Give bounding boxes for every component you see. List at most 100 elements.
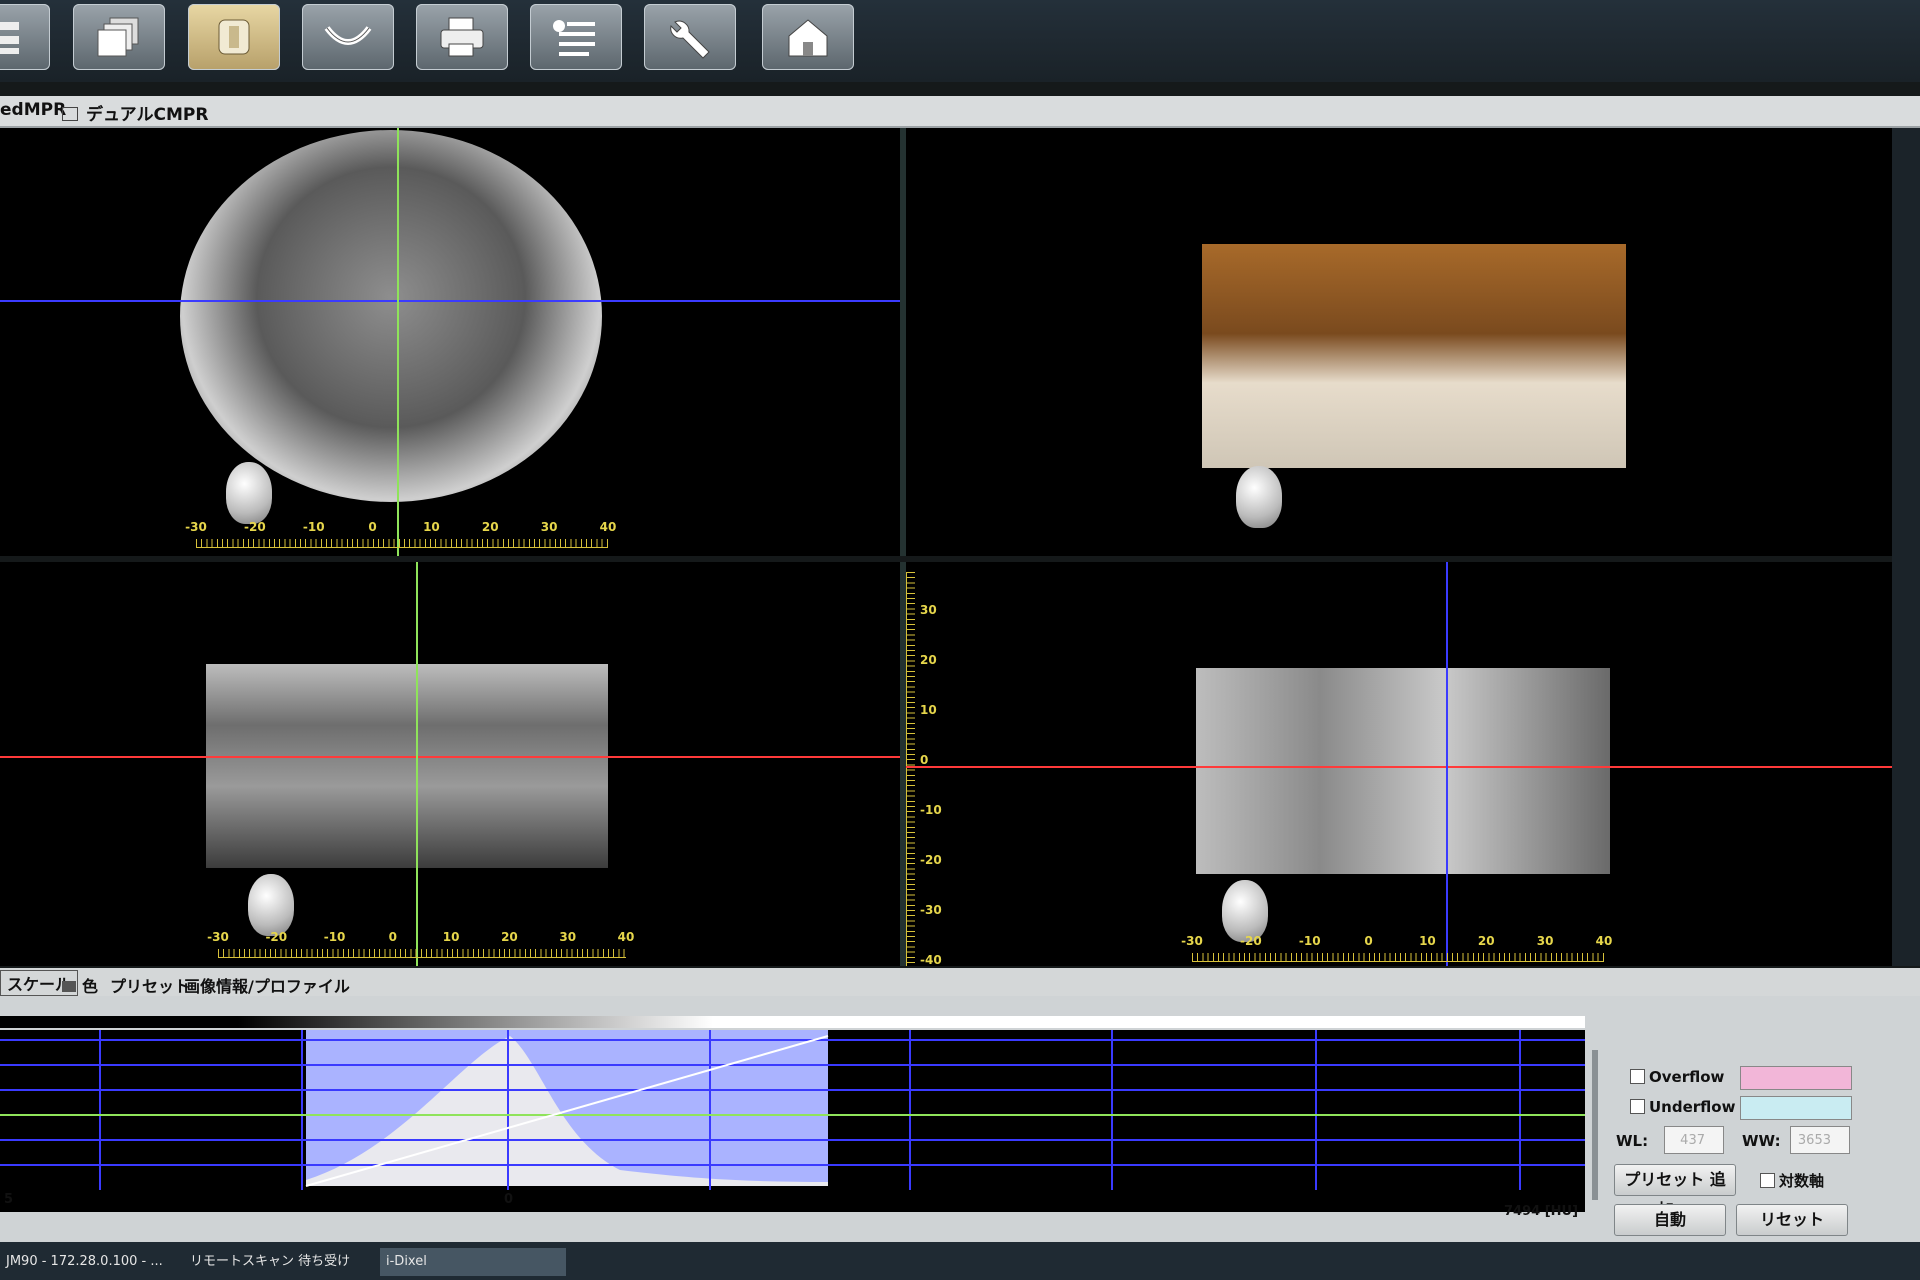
coronal-crosshair-h bbox=[0, 756, 900, 758]
tab-preset[interactable]: プリセット bbox=[110, 973, 190, 997]
sagittal-view[interactable]: 30 20 10 0 -10 -20 -30 -40 -30 -20 -10 0 10 20 30 40 bbox=[906, 562, 1892, 966]
ruler-tick-label: 20 bbox=[481, 520, 499, 534]
skull-view-icon bbox=[218, 19, 250, 55]
log-axis-checkbox[interactable]: 対数軸 bbox=[1760, 1170, 1824, 1191]
ruler-tick-label: 30 bbox=[559, 930, 577, 944]
add-preset-button[interactable]: プリセット 追加... bbox=[1614, 1164, 1736, 1219]
histogram-chart[interactable] bbox=[0, 1030, 1585, 1212]
layout-button[interactable] bbox=[0, 4, 50, 70]
ww-input[interactable]: 3653 bbox=[1790, 1126, 1850, 1154]
ruler-tick-label: 40 bbox=[599, 520, 617, 534]
log-axis-check-box bbox=[1760, 1173, 1775, 1188]
ruler-tick-label: -30 bbox=[207, 930, 229, 944]
tab-color[interactable]: 色 bbox=[62, 973, 98, 997]
ruler-ticks bbox=[906, 572, 915, 966]
ruler-tick-label: -20 bbox=[244, 520, 266, 534]
orientation-head-icon bbox=[248, 874, 294, 936]
underflow-checkbox[interactable]: Underflow bbox=[1630, 1098, 1735, 1116]
ruler-tick-label: -40 bbox=[920, 953, 942, 966]
ruler-tick-label: -10 bbox=[1298, 934, 1321, 948]
overflow-color-select[interactable] bbox=[1740, 1066, 1852, 1090]
report-button[interactable] bbox=[530, 4, 622, 70]
orientation-head-icon bbox=[1236, 466, 1282, 528]
ruler-tick-label: -30 bbox=[185, 520, 207, 534]
ruler-tick-label: 0 bbox=[368, 520, 377, 534]
sagittal-slice-image bbox=[1196, 668, 1610, 874]
ruler-tick-label: -10 bbox=[302, 520, 325, 534]
orientation-head-icon bbox=[226, 462, 272, 524]
wrench-icon bbox=[670, 20, 710, 59]
pages-button[interactable] bbox=[73, 4, 165, 70]
ruler-tick-label: -20 bbox=[1240, 934, 1262, 948]
color-icon bbox=[62, 981, 76, 992]
histogram-slider[interactable] bbox=[1592, 1050, 1598, 1200]
coronal-crosshair-v bbox=[416, 562, 418, 966]
histogram-svg bbox=[0, 1030, 1585, 1190]
wl-label: WL: bbox=[1616, 1132, 1649, 1150]
log-axis-label: 対数軸 bbox=[1779, 1172, 1825, 1190]
settings-button[interactable] bbox=[644, 4, 736, 70]
auto-button[interactable]: 自動 bbox=[1614, 1204, 1726, 1236]
histogram-zero-label: 0 bbox=[504, 1192, 514, 1207]
pages-icon bbox=[97, 17, 139, 57]
axial-crosshair-v bbox=[397, 128, 399, 556]
ruler-tick-label: 20 bbox=[1477, 934, 1495, 948]
coronal-view[interactable]: -30 -20 -10 0 10 20 30 40 bbox=[0, 562, 906, 966]
ruler-ticks bbox=[1192, 953, 1604, 962]
printer-icon bbox=[440, 17, 484, 57]
ruler-tick-label: 30 bbox=[920, 603, 937, 617]
arch-button[interactable] bbox=[302, 4, 394, 70]
task-jm90-label: JM90 - 172.28.0.100 - ... bbox=[6, 1254, 163, 1269]
ruler-ticks bbox=[218, 949, 626, 958]
ruler-tick-label: -10 bbox=[920, 803, 942, 817]
taskbar: JM90 - 172.28.0.100 - ... リモートスキャン 待ち受け … bbox=[0, 1242, 1920, 1280]
sagittal-crosshair-v bbox=[1446, 562, 1448, 966]
home-icon bbox=[788, 19, 828, 57]
tab-color-label: 色 bbox=[82, 977, 99, 996]
ruler-ticks bbox=[196, 539, 608, 548]
sagittal-y-ruler: 30 20 10 0 -10 -20 -30 -40 bbox=[906, 572, 946, 966]
3d-render-view[interactable] bbox=[906, 128, 1892, 556]
task-jm90[interactable]: JM90 - 172.28.0.100 - ... bbox=[0, 1248, 178, 1276]
underflow-color-select[interactable] bbox=[1740, 1096, 1852, 1120]
printer-button[interactable] bbox=[416, 4, 508, 70]
ruler-tick-label: 40 bbox=[617, 930, 635, 944]
tab-image-info[interactable]: 画像情報/プロファイル bbox=[184, 973, 350, 997]
ruler-tick-label: 0 bbox=[388, 930, 398, 944]
ruler-tick-label: 10 bbox=[442, 930, 460, 944]
sagittal-crosshair-h bbox=[906, 766, 1892, 768]
overflow-check-box bbox=[1630, 1069, 1645, 1084]
tab-mpr[interactable]: edMPR bbox=[0, 100, 66, 120]
report-icon bbox=[553, 20, 595, 56]
home-button[interactable] bbox=[762, 4, 854, 70]
ruler-tick-label: -30 bbox=[1181, 934, 1203, 948]
coronal-x-ruler: -30 -20 -10 0 10 20 30 40 bbox=[207, 930, 634, 958]
ruler-tick-label: 10 bbox=[1419, 934, 1436, 948]
axial-view[interactable]: -30 -20 -10 0 10 20 30 40 bbox=[0, 128, 906, 556]
sagittal-x-ruler: -30 -20 -10 0 10 20 30 40 bbox=[1181, 934, 1612, 962]
tab-dual-cmpr-label: デュアルCMPR bbox=[86, 105, 209, 125]
ruler-tick-label: 20 bbox=[920, 653, 937, 667]
axial-crosshair-h bbox=[0, 300, 900, 302]
layout-icon bbox=[0, 22, 19, 54]
ruler-tick-label: 10 bbox=[920, 703, 937, 717]
main-toolbar bbox=[0, 0, 1920, 82]
coronal-slice-image bbox=[206, 664, 608, 868]
view-tabs: edMPR デュアルCMPR bbox=[0, 96, 1920, 128]
tab-dual-cmpr[interactable]: デュアルCMPR bbox=[62, 100, 208, 125]
task-remote-scan[interactable]: リモートスキャン 待ち受け bbox=[184, 1248, 376, 1276]
ruler-tick-label: 30 bbox=[540, 520, 558, 534]
reset-button[interactable]: リセット bbox=[1736, 1204, 1848, 1236]
right-scrollbar[interactable] bbox=[1892, 128, 1920, 966]
window-level-panel: 5 0 7494 [HU] Overflow Underflow WL: 437… bbox=[0, 996, 1920, 1242]
wl-input[interactable]: 437 bbox=[1664, 1126, 1724, 1154]
underflow-check-box bbox=[1630, 1099, 1645, 1114]
ruler-tick-label: -30 bbox=[920, 903, 942, 917]
skull-view-button[interactable] bbox=[188, 4, 280, 70]
ww-label: WW: bbox=[1742, 1132, 1781, 1150]
task-i-dixel[interactable]: i-Dixel bbox=[380, 1248, 566, 1276]
task-i-dixel-label: i-Dixel bbox=[386, 1254, 427, 1269]
axial-x-ruler: -30 -20 -10 0 10 20 30 40 bbox=[185, 520, 616, 548]
overflow-checkbox[interactable]: Overflow bbox=[1630, 1068, 1724, 1086]
ruler-tick-label: -10 bbox=[323, 930, 346, 944]
